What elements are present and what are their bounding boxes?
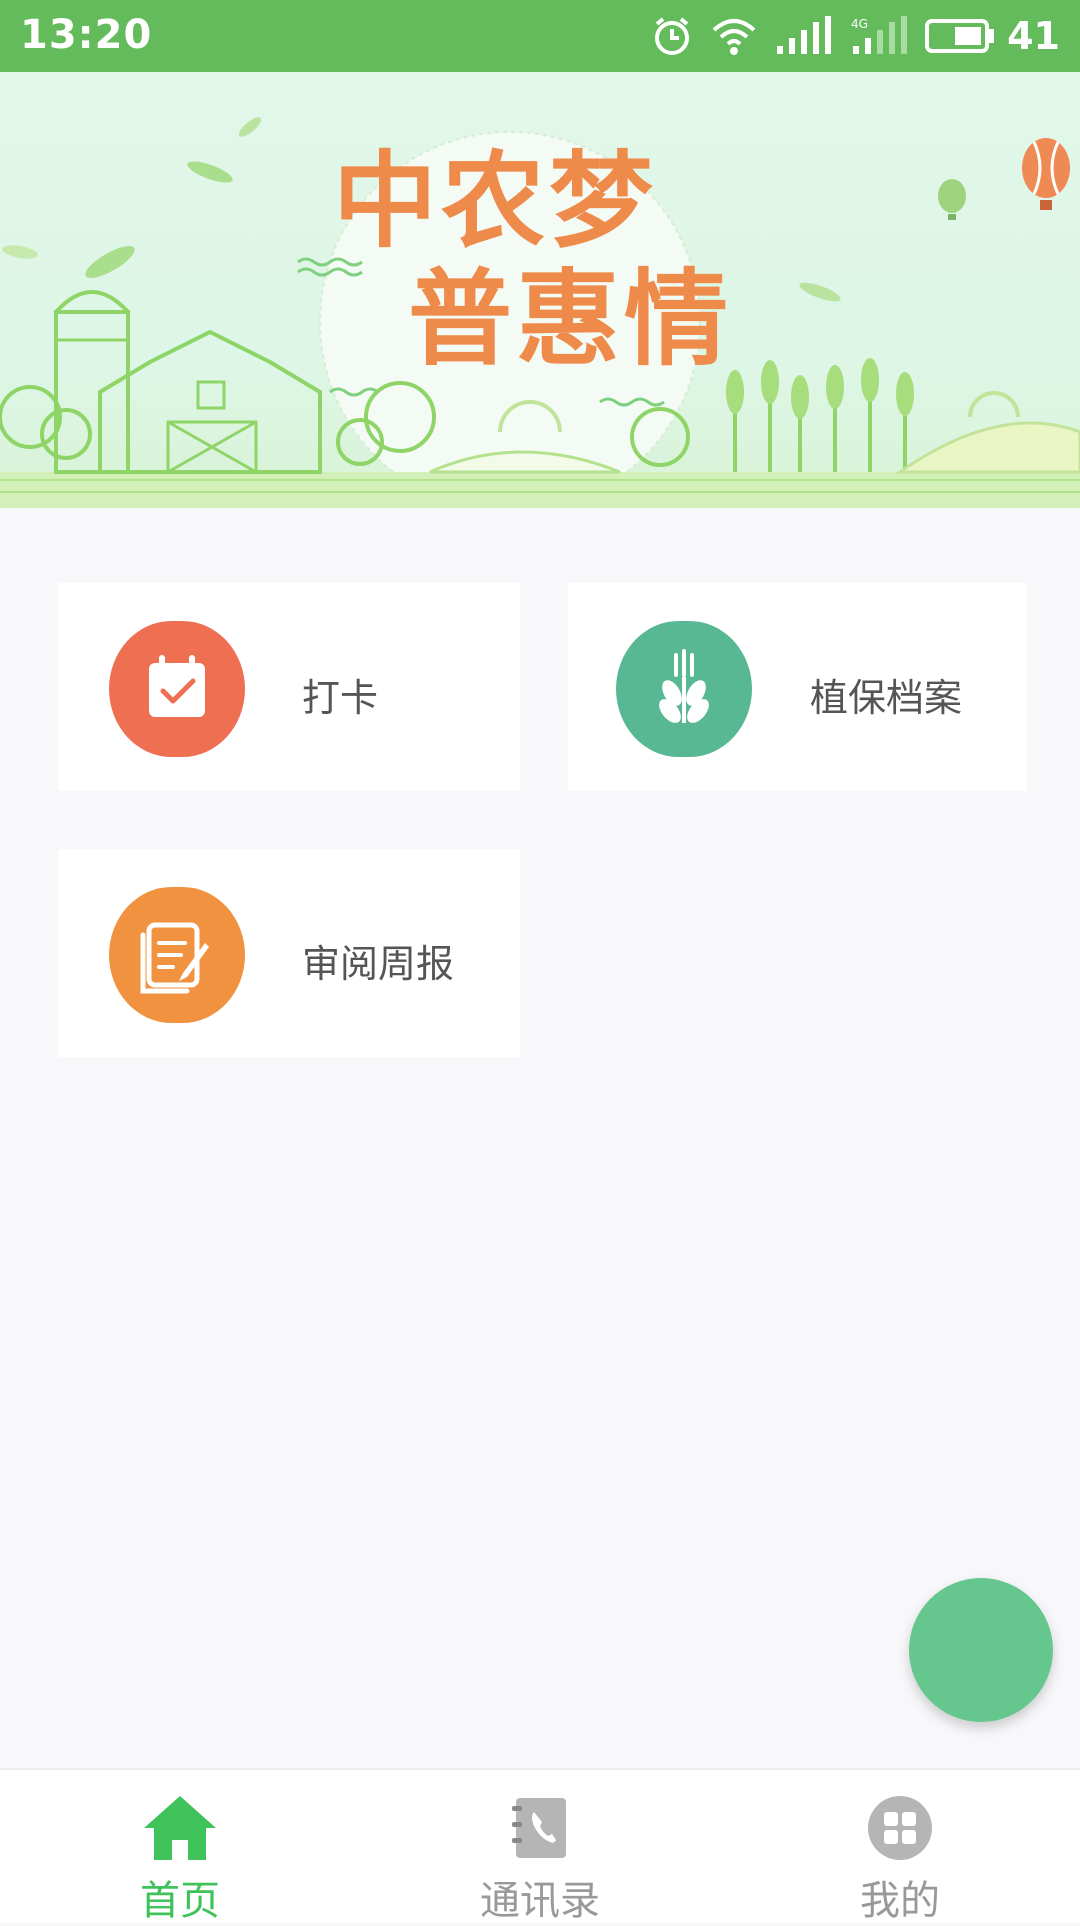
profile-grid-icon — [868, 1796, 932, 1860]
status-icons: 4G 41 — [651, 0, 1060, 72]
wifi-icon — [712, 19, 756, 55]
report-edit-icon — [109, 887, 245, 1023]
battery-level: 41 — [1007, 14, 1060, 58]
nav-item-mine[interactable]: 我的 — [800, 1770, 1000, 1924]
calendar-check-icon — [109, 621, 245, 757]
alarm-icon — [655, 17, 690, 55]
wheat-icon — [616, 621, 752, 757]
floating-action-button[interactable] — [909, 1578, 1053, 1722]
nav-item-contacts[interactable]: 通讯录 — [440, 1770, 640, 1924]
signal-icon — [777, 16, 832, 54]
contacts-icon — [512, 1798, 566, 1858]
battery-icon — [925, 19, 995, 53]
signal-4g-icon: 4G — [851, 16, 908, 54]
menu-card-plant-protection[interactable]: 植保档案 — [568, 583, 1026, 791]
banner-title: 中农梦 普惠情 — [0, 142, 1080, 378]
menu-card-label: 审阅周报 — [302, 942, 455, 986]
menu-card-label: 打卡 — [302, 676, 379, 720]
nav-label: 通讯录 — [480, 1878, 600, 1924]
status-time: 13:20 — [20, 12, 153, 58]
banner-title-line2: 普惠情 — [407, 258, 732, 380]
banner-title-line1: 中农梦 — [332, 140, 657, 262]
nav-label: 我的 — [860, 1878, 940, 1924]
status-bar: 13:20 4G 41 — [0, 0, 1080, 72]
menu-card-checkin[interactable]: 打卡 — [58, 583, 520, 791]
nav-label: 首页 — [140, 1878, 220, 1924]
svg-text:4G: 4G — [851, 17, 868, 31]
nav-item-home[interactable]: 首页 — [80, 1770, 280, 1924]
banner: 中农梦 普惠情 — [0, 72, 1080, 508]
menu-card-weekly-report[interactable]: 审阅周报 — [58, 849, 520, 1057]
menu-card-label: 植保档案 — [810, 676, 963, 720]
bottom-nav: 首页 通讯录 我的 — [0, 1768, 1080, 1924]
home-icon — [144, 1796, 216, 1860]
